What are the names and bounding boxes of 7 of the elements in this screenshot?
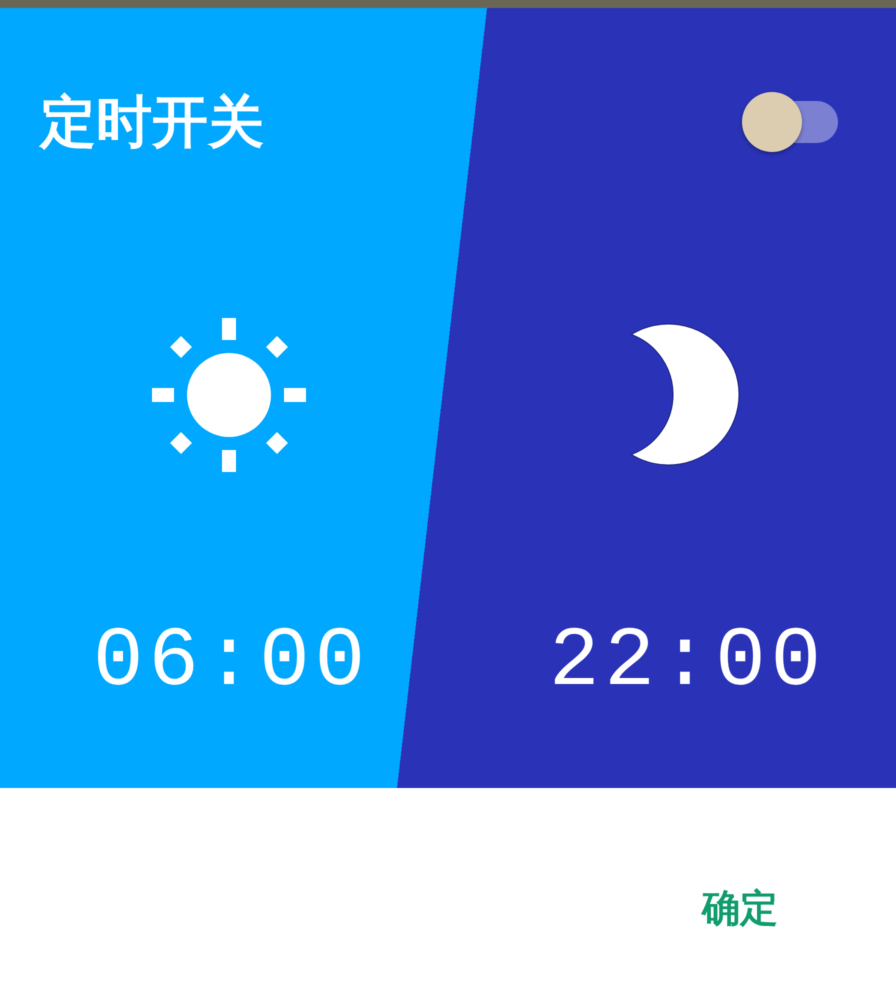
toggle-switch[interactable] <box>742 92 838 152</box>
confirm-button[interactable]: 确定 <box>686 874 794 944</box>
moon-icon <box>629 322 741 468</box>
dialog-title: 定时开关 <box>40 89 264 155</box>
time-text[interactable]: 06:00 <box>88 623 370 703</box>
time-text[interactable]: 22:00 <box>544 623 826 703</box>
sun-icon <box>152 318 306 472</box>
